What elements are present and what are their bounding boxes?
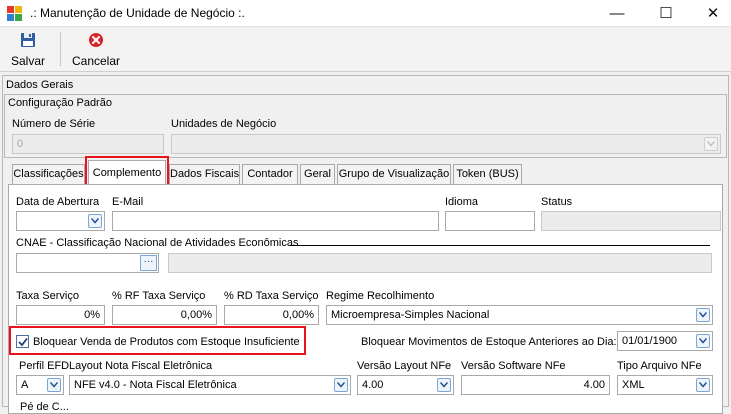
rf-taxa-value: 0,00% — [180, 309, 212, 321]
email-input[interactable] — [112, 211, 439, 231]
checkmark-icon — [18, 337, 28, 347]
perfil-efd-select[interactable]: A — [16, 375, 64, 395]
rd-taxa-value: 0,00% — [282, 309, 314, 321]
cut-off-label: Pé de C... — [20, 401, 69, 413]
bloquear-venda-label[interactable]: Bloquear Venda de Produtos com Estoque I… — [33, 336, 300, 348]
status-input[interactable] — [541, 211, 721, 231]
numero-serie-input[interactable]: 0 — [12, 134, 164, 154]
chevron-down-icon[interactable] — [696, 308, 710, 322]
bloquear-mov-label: Bloquear Movimentos de Estoque Anteriore… — [361, 336, 617, 348]
bloquear-venda-checkbox[interactable] — [16, 335, 29, 348]
perfil-efd-label: Perfil EFD — [19, 360, 70, 372]
tipo-arquivo-label: Tipo Arquivo NFe — [617, 360, 702, 372]
versao-layout-value: 4.00 — [362, 379, 384, 391]
regime-label: Regime Recolhimento — [326, 290, 435, 302]
title-bar: .: Manutenção de Unidade de Negócio :. —… — [0, 0, 731, 27]
tab-geral[interactable]: Geral — [300, 164, 335, 184]
calendar-dropdown-icon[interactable] — [696, 334, 710, 348]
rd-taxa-input[interactable]: 0,00% — [224, 305, 319, 325]
chevron-down-icon[interactable] — [47, 378, 61, 392]
calendar-dropdown-icon[interactable] — [88, 214, 102, 228]
bloquear-mov-date-input[interactable]: 01/01/1900 — [617, 331, 713, 351]
chevron-down-icon[interactable] — [704, 137, 718, 151]
taxa-servico-input[interactable]: 0% — [16, 305, 105, 325]
email-label: E-Mail — [112, 196, 144, 208]
close-button[interactable]: ✕ — [690, 0, 731, 27]
tab-token-bus[interactable]: Token (BUS) — [453, 164, 522, 184]
taxa-servico-value: 0% — [84, 309, 100, 321]
idioma-label: Idioma — [445, 196, 479, 208]
app-icon — [7, 6, 23, 22]
cancel-icon — [89, 33, 103, 47]
tab-dados-fiscais[interactable]: Dados Fiscais — [169, 164, 240, 184]
floppy-disk-icon — [21, 33, 35, 47]
versao-software-label: Versão Software NFe — [461, 360, 566, 372]
cancel-button[interactable]: Cancelar — [68, 29, 124, 69]
cnae-label: CNAE - Classificação Nacional de Ativida… — [16, 237, 299, 249]
tipo-arquivo-value: XML — [622, 379, 645, 391]
regime-select[interactable]: Microempresa-Simples Nacional — [326, 305, 713, 325]
unidades-select[interactable] — [171, 134, 721, 154]
layout-nf-select[interactable]: NFE v4.0 - Nota Fiscal Eletrônica — [69, 375, 351, 395]
numero-serie-label: Número de Série — [12, 118, 96, 130]
cnae-description-input[interactable] — [168, 253, 712, 273]
config-padrao-title: Configuração Padrão — [8, 97, 112, 109]
dados-gerais-title: Dados Gerais — [6, 79, 74, 91]
tab-complemento-highlight — [85, 156, 169, 187]
cnae-separator — [290, 245, 710, 246]
unidades-label: Unidades de Negócio — [171, 118, 277, 130]
versao-layout-select[interactable]: 4.00 — [357, 375, 454, 395]
tab-contador[interactable]: Contador — [242, 164, 298, 184]
rd-taxa-label: % RD Taxa Serviço — [224, 290, 319, 302]
bloquear-mov-date-value: 01/01/1900 — [622, 335, 678, 347]
maximize-button[interactable]: ☐ — [643, 0, 689, 27]
regime-value: Microempresa-Simples Nacional — [331, 309, 490, 321]
chevron-down-icon[interactable] — [696, 378, 710, 392]
rf-taxa-input[interactable]: 0,00% — [112, 305, 217, 325]
chevron-down-icon[interactable] — [334, 378, 348, 392]
layout-nf-label: Layout Nota Fiscal Eletrônica — [69, 360, 213, 372]
rf-taxa-label: % RF Taxa Serviço — [112, 290, 206, 302]
tab-grupo-visualizacao[interactable]: Grupo de Visualização — [337, 164, 451, 184]
tipo-arquivo-select[interactable]: XML — [617, 375, 713, 395]
save-button-label: Salvar — [10, 54, 45, 68]
cnae-code-input[interactable]: ··· — [16, 253, 159, 273]
data-abertura-input[interactable] — [16, 211, 105, 231]
status-label: Status — [541, 196, 573, 208]
layout-nf-value: NFE v4.0 - Nota Fiscal Eletrônica — [74, 379, 237, 391]
chevron-down-icon[interactable] — [437, 378, 451, 392]
save-button[interactable]: Salvar — [6, 29, 50, 69]
taxa-servico-label: Taxa Serviço — [16, 290, 79, 302]
perfil-efd-value: A — [21, 379, 29, 391]
numero-serie-value: 0 — [17, 138, 24, 150]
window-title: .: Manutenção de Unidade de Negócio :. — [30, 6, 245, 20]
minimize-button[interactable]: — — [594, 0, 640, 27]
versao-software-input[interactable]: 4.00 — [461, 375, 610, 395]
idioma-input[interactable] — [445, 211, 535, 231]
cnae-lookup-button[interactable]: ··· — [140, 255, 157, 271]
versao-software-value: 4.00 — [583, 379, 605, 391]
versao-layout-label: Versão Layout NFe — [357, 360, 452, 372]
toolbar-separator — [60, 32, 61, 66]
tab-classificacoes[interactable]: Classificações — [12, 164, 85, 184]
data-abertura-label: Data de Abertura — [16, 196, 100, 208]
cancel-button-label: Cancelar — [71, 54, 121, 68]
